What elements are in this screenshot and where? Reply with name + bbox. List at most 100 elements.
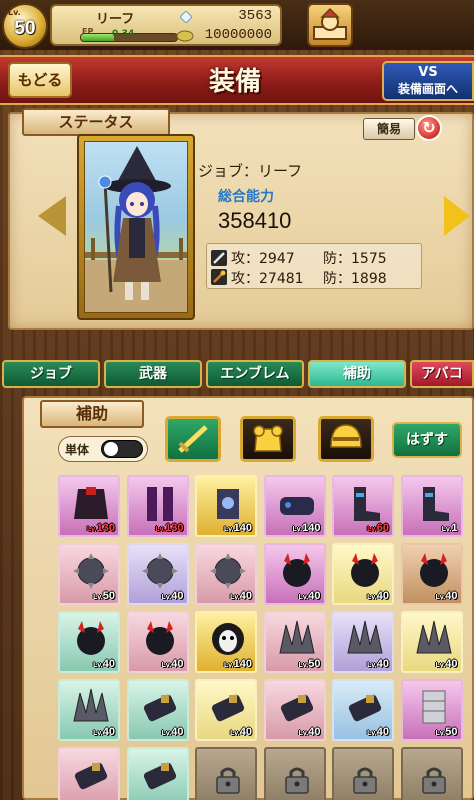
coin-count: 10000000	[204, 27, 272, 43]
item-level-number: 130	[96, 522, 115, 534]
equipment-item[interactable]: Lv.50	[58, 543, 120, 605]
item-level-tag: Lv.	[435, 594, 446, 601]
item-level-tag: Lv.	[93, 594, 103, 601]
equipment-item[interactable]: Lv.140	[263, 475, 326, 537]
equipment-item[interactable]	[58, 747, 120, 800]
lock-icon	[353, 767, 377, 794]
single-toggle[interactable]	[101, 440, 143, 458]
simple-view-button[interactable]: 簡易	[363, 118, 415, 140]
equipment-item[interactable]: Lv.50	[263, 611, 326, 673]
equipment-item[interactable]: Lv.40	[332, 679, 394, 741]
item-level-tag: Lv.	[161, 730, 172, 737]
equipment-item[interactable]	[126, 747, 189, 800]
item-level-number: 40	[239, 590, 252, 602]
magic-stat-row: 攻：27481 防：1898	[231, 268, 387, 288]
equipment-item[interactable]: Lv.60	[332, 475, 394, 537]
equipment-item[interactable]: Lv.40	[126, 543, 189, 605]
equipment-item[interactable]: Lv.130	[126, 475, 189, 537]
equipment-item[interactable]: Lv.40	[58, 679, 120, 741]
horned-helm-icon	[77, 621, 105, 655]
gem-icon	[180, 11, 192, 23]
exp-bar-fill	[81, 34, 114, 41]
equipment-item[interactable]: Lv.40	[400, 543, 463, 605]
item-level-tag: Lv.	[87, 526, 97, 533]
arm-guard-icon	[143, 694, 176, 722]
back-button[interactable]: もどる	[8, 62, 72, 98]
page-title: 装備	[208, 67, 261, 97]
item-level: Lv.40	[230, 726, 252, 738]
equipment-item[interactable]: Lv.40	[400, 611, 463, 673]
equipment-item[interactable]: Lv.140	[195, 611, 257, 673]
equipment-item[interactable]: Lv.1	[400, 475, 463, 537]
equipment-item[interactable]: Lv.40	[126, 679, 189, 741]
item-level-number: 40	[445, 590, 458, 602]
spiked-ball-icon	[141, 553, 178, 589]
locked-slot[interactable]	[400, 747, 463, 800]
equipment-item[interactable]: Lv.130	[58, 475, 120, 537]
leg-armor-icon	[146, 487, 173, 521]
filter-helmet-button[interactable]	[318, 416, 374, 462]
tab-emblem[interactable]: エンブレム	[206, 360, 304, 388]
physical-defense-value: 防：1575	[323, 251, 387, 267]
tab-avatar[interactable]: アバコ	[410, 360, 474, 388]
filter-armor-button[interactable]	[240, 416, 296, 462]
item-level-number: 60	[376, 522, 389, 534]
item-level-number: 40	[171, 726, 184, 738]
item-level-number: 40	[171, 658, 184, 670]
equipment-item[interactable]: Lv.40	[332, 543, 394, 605]
spiked-pauldron-icon	[415, 620, 452, 654]
item-level-tag: Lv.	[161, 594, 172, 601]
equipment-item[interactable]: Lv.40	[195, 679, 257, 741]
locked-slot[interactable]	[332, 747, 394, 800]
item-level-tag: Lv.	[161, 662, 172, 669]
filter-sword-button[interactable]	[165, 416, 221, 462]
equipment-tabs: ジョブ 武器 エンブレム 補助 アバコ	[0, 360, 474, 388]
equipment-item[interactable]: Lv.40	[263, 543, 326, 605]
next-character-arrow-icon[interactable]	[444, 196, 470, 236]
arm-guard-icon	[211, 694, 245, 722]
item-level: Lv.1	[442, 522, 458, 534]
item-level-tag: Lv.	[367, 526, 377, 533]
character-portrait	[84, 141, 188, 313]
item-level: Lv.140	[293, 522, 321, 534]
tab-support[interactable]: 補助	[308, 360, 406, 388]
vs-label: VS	[418, 65, 438, 80]
equipment-item[interactable]: Lv.40	[126, 611, 189, 673]
horned-helm-icon	[145, 621, 174, 655]
tab-job[interactable]: ジョブ	[2, 360, 100, 388]
locked-slot[interactable]	[263, 747, 326, 800]
equipment-item[interactable]: Lv.40	[58, 611, 120, 673]
equipment-item[interactable]: Lv.140	[195, 475, 257, 537]
tab-weapon[interactable]: 武器	[104, 360, 202, 388]
item-level-tag: Lv.	[298, 730, 309, 737]
prev-character-arrow-icon[interactable]	[38, 196, 66, 236]
locked-slot[interactable]	[195, 747, 257, 800]
gold-armor-icon	[253, 425, 283, 452]
total-power-value: 358410	[218, 208, 292, 233]
item-level-tag: Lv.	[230, 594, 240, 601]
character-portrait-frame[interactable]	[77, 134, 195, 320]
gold-helmet-icon	[330, 424, 362, 448]
menu-button[interactable]	[307, 3, 353, 47]
remove-button[interactable]: はずす	[392, 422, 462, 458]
item-level-tag: Lv.	[367, 662, 377, 669]
item-level: Lv.50	[299, 658, 321, 670]
equipment-item[interactable]: Lv.40	[332, 611, 394, 673]
item-level: Lv.40	[299, 590, 321, 602]
support-section-label: 補助	[40, 400, 144, 428]
item-level-tag: Lv.	[367, 730, 377, 737]
boots-icon	[354, 487, 380, 521]
vs-equipment-button[interactable]: VS 装備画面へ	[382, 61, 474, 101]
item-level-tag: Lv.	[93, 730, 103, 737]
player-name: リーフ	[96, 12, 135, 27]
item-level: Lv.40	[93, 726, 115, 738]
item-level-tag: Lv.	[441, 526, 452, 533]
equipment-item[interactable]: Lv.40	[263, 679, 326, 741]
item-level-number: 40	[376, 590, 389, 602]
equipment-item[interactable]: Lv.50	[400, 679, 463, 741]
refresh-icon[interactable]: ↻	[416, 115, 442, 141]
item-level: Lv.40	[162, 726, 184, 738]
total-power-label: 総合能力	[218, 189, 274, 205]
status-section-label: ステータス	[22, 108, 170, 136]
equipment-item[interactable]: Lv.40	[195, 543, 257, 605]
